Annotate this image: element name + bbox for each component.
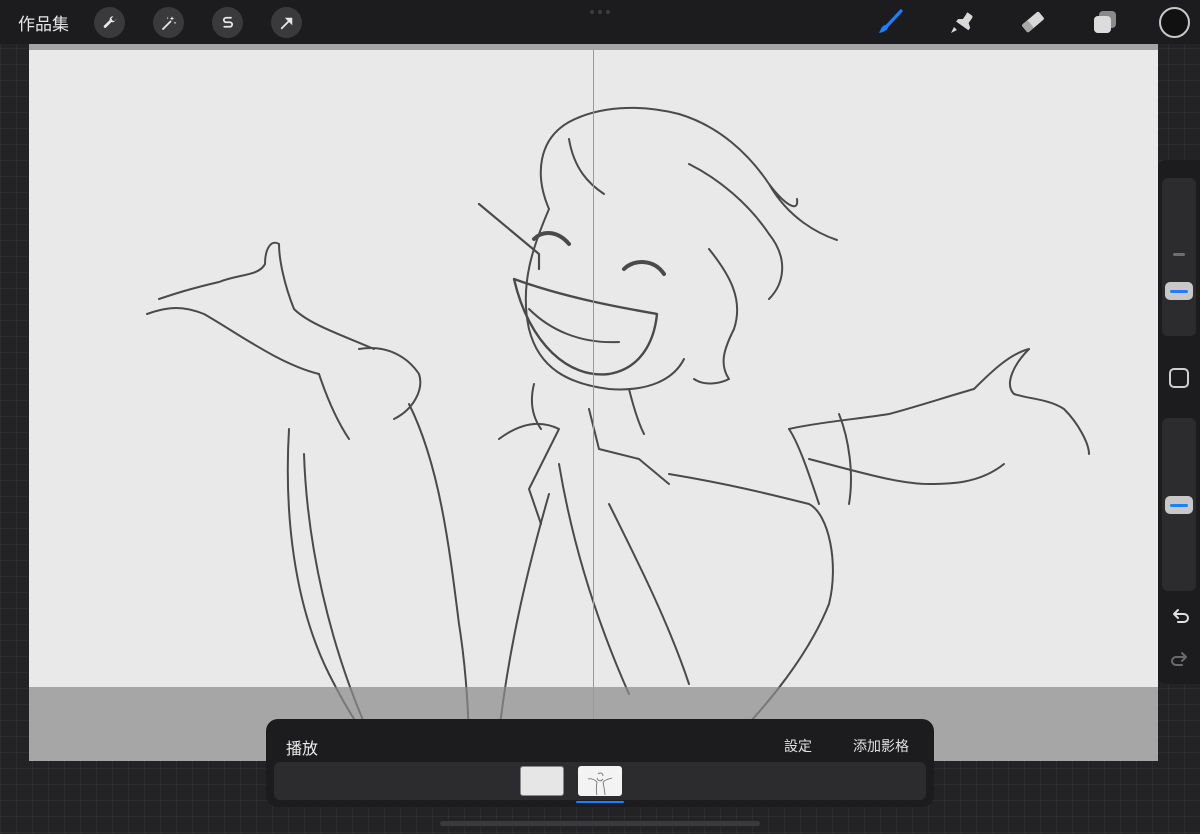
right-sidebar [1158, 160, 1200, 684]
layers-icon [1094, 11, 1116, 33]
eraser-icon [1022, 11, 1044, 33]
brush-size-slider[interactable] [1162, 178, 1196, 336]
opacity-handle[interactable] [1165, 496, 1193, 514]
color-picker-swatch[interactable] [1159, 7, 1190, 38]
selected-frame-indicator [576, 801, 624, 803]
undo-button[interactable] [1169, 606, 1191, 628]
frame-thumbnail-selected[interactable] [578, 766, 622, 796]
redo-arrow-icon [1171, 652, 1187, 666]
frame-timeline[interactable] [274, 762, 926, 803]
home-indicator[interactable] [440, 821, 760, 826]
smudge-tool-button[interactable] [946, 6, 978, 38]
top-grabber[interactable] [590, 10, 610, 14]
animation-assist-panel: 播放 設定 添加影格 [266, 719, 934, 807]
transform-button[interactable] [271, 7, 302, 38]
play-button[interactable]: 播放 [286, 735, 318, 759]
paint-tool-button[interactable] [874, 6, 906, 38]
wrench-icon [103, 15, 116, 28]
add-frame-button[interactable]: 添加影格 [853, 736, 909, 756]
layers-tool-button[interactable] [1089, 6, 1121, 38]
actions-button[interactable] [94, 7, 125, 38]
settings-button[interactable]: 設定 [784, 736, 812, 756]
undo-arrow-icon [1173, 609, 1189, 623]
size-tick [1173, 253, 1185, 256]
symmetry-guide [593, 50, 594, 761]
redo-button[interactable] [1169, 649, 1191, 671]
selection-s-icon [222, 16, 233, 28]
arrow-cursor-icon [280, 17, 292, 29]
drawing-canvas[interactable] [29, 44, 1158, 761]
magic-wand-icon [161, 15, 176, 30]
frame-thumbnail[interactable] [520, 766, 564, 796]
selection-button[interactable] [212, 7, 243, 38]
opacity-slider[interactable] [1162, 418, 1196, 591]
smudge-icon [951, 12, 973, 33]
modify-button[interactable] [1169, 368, 1189, 388]
top-toolbar: 作品集 [0, 0, 1200, 44]
brush-size-handle[interactable] [1165, 282, 1193, 300]
gallery-button[interactable]: 作品集 [18, 10, 69, 35]
brush-icon [879, 9, 903, 33]
eraser-tool-button[interactable] [1017, 6, 1049, 38]
frame-sketch-preview [587, 772, 613, 796]
adjustments-button[interactable] [153, 7, 184, 38]
